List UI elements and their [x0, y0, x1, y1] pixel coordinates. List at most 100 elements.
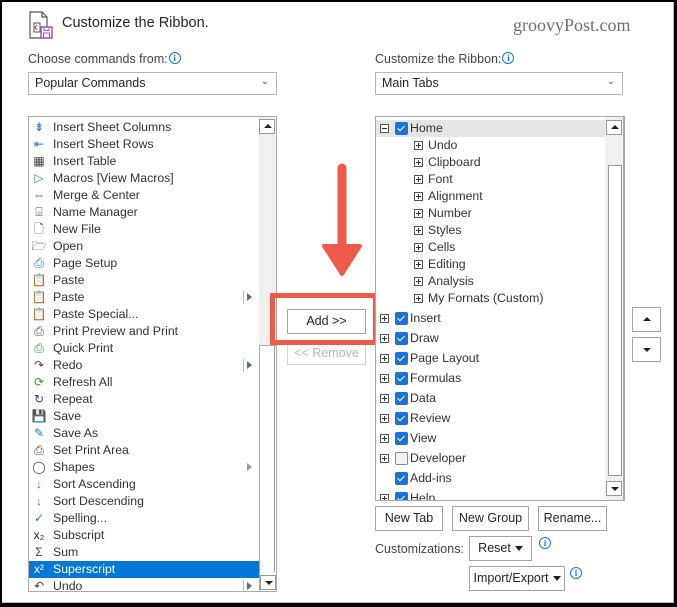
command-item[interactable]: ✎ Save As	[29, 425, 260, 442]
expand-plus-icon[interactable]	[380, 374, 389, 383]
command-item[interactable]: ◯ Shapes	[29, 459, 260, 476]
scroll-up-button[interactable]	[606, 120, 622, 135]
command-item[interactable]: ⇟ Insert Sheet Columns	[29, 119, 260, 136]
tree-group-item[interactable]: Cells	[376, 239, 608, 256]
scroll-down-button[interactable]	[260, 575, 276, 590]
expand-plus-icon[interactable]	[380, 494, 389, 500]
command-item[interactable]: Σ Sum	[29, 544, 260, 561]
tab-checkbox[interactable]	[395, 372, 408, 385]
tree-tab-item[interactable]: Developer	[376, 450, 608, 467]
tree-tab-item[interactable]: Add-ins	[376, 470, 608, 487]
tree-group-item[interactable]: My Fornats (Custom)	[376, 290, 608, 307]
scroll-thumb[interactable]	[261, 346, 275, 572]
expand-plus-icon[interactable]	[414, 175, 423, 184]
info-icon[interactable]: i	[570, 567, 582, 579]
expand-plus-icon[interactable]	[380, 434, 389, 443]
expand-plus-icon[interactable]	[414, 141, 423, 150]
command-item[interactable]: ⎙ Quick Print	[29, 340, 260, 357]
command-item[interactable]: ⌺ Name Manager	[29, 204, 260, 221]
ribbon-tabs-tree[interactable]: Home Undo Clipboard Font Alignment Number Styl…	[375, 116, 625, 501]
command-item[interactable]: ⎙ Set Print Area	[29, 442, 260, 459]
collapse-minus-icon[interactable]	[380, 124, 389, 133]
tree-tab-item[interactable]: Draw	[376, 330, 608, 347]
expand-plus-icon[interactable]	[380, 314, 389, 323]
info-icon[interactable]: i	[168, 52, 181, 64]
choose-commands-dropdown[interactable]: Popular Commands ⌄	[28, 72, 277, 95]
tree-group-item[interactable]: Alignment	[376, 188, 608, 205]
expand-plus-icon[interactable]	[414, 226, 423, 235]
command-item[interactable]: ↷ Redo	[29, 357, 260, 374]
submenu-arrow-icon[interactable]	[247, 582, 252, 590]
command-item[interactable]: 🗋 New File	[29, 221, 260, 238]
new-group-button[interactable]: New Group	[452, 506, 529, 531]
info-icon[interactable]: i	[502, 52, 515, 64]
tree-tab-item[interactable]: Page Layout	[376, 350, 608, 367]
command-item[interactable]: x² Superscript	[29, 561, 260, 578]
tree-group-item[interactable]: Analysis	[376, 273, 608, 290]
command-item[interactable]: 🗁 Open	[29, 238, 260, 255]
tree-scrollbar[interactable]	[605, 116, 624, 501]
tab-checkbox[interactable]	[395, 412, 408, 425]
rename-button[interactable]: Rename...	[538, 506, 607, 531]
tab-checkbox[interactable]	[395, 352, 408, 365]
new-tab-button[interactable]: New Tab	[375, 506, 443, 531]
command-item[interactable]: ✓ Spelling...	[29, 510, 260, 527]
expand-plus-icon[interactable]	[414, 243, 423, 252]
tree-group-item[interactable]: Undo	[376, 137, 608, 154]
command-item[interactable]: ⇔ Merge & Center	[29, 187, 260, 204]
tree-group-item[interactable]: Clipboard	[376, 154, 608, 171]
tree-tab-item[interactable]: Review	[376, 410, 608, 427]
tree-tab-item[interactable]: Help	[376, 490, 608, 500]
scroll-down-button[interactable]	[606, 481, 622, 496]
command-item[interactable]: ⎙ Page Setup	[29, 255, 260, 272]
tab-checkbox[interactable]	[395, 452, 408, 465]
expand-plus-icon[interactable]	[414, 209, 423, 218]
scroll-thumb[interactable]	[608, 165, 622, 476]
commands-list-scrollbar-lower[interactable]	[259, 345, 277, 592]
expand-plus-icon[interactable]	[380, 414, 389, 423]
tab-checkbox[interactable]	[395, 312, 408, 325]
command-item[interactable]: ▦ Insert Table	[29, 153, 260, 170]
tab-checkbox[interactable]	[395, 392, 408, 405]
commands-list[interactable]: ⇟ Insert Sheet Columns ⇤ Insert Sheet Rows ▦…	[28, 116, 261, 592]
expand-plus-icon[interactable]	[380, 334, 389, 343]
tree-tab-item[interactable]: Home	[376, 120, 608, 137]
tree-tab-item[interactable]: Data	[376, 390, 608, 407]
expand-plus-icon[interactable]	[414, 260, 423, 269]
import-export-button[interactable]: Import/Export	[469, 566, 565, 591]
reset-button[interactable]: Reset	[469, 536, 532, 561]
customize-ribbon-dropdown[interactable]: Main Tabs ⌄	[375, 72, 623, 95]
submenu-arrow-icon[interactable]	[247, 361, 252, 369]
tree-group-item[interactable]: Styles	[376, 222, 608, 239]
move-up-button[interactable]	[632, 307, 661, 332]
expand-plus-icon[interactable]	[380, 354, 389, 363]
command-item[interactable]: ↓ Sort Descending	[29, 493, 260, 510]
scroll-up-button[interactable]	[259, 119, 275, 134]
command-item[interactable]: ↶ Undo	[29, 578, 260, 591]
submenu-arrow-icon[interactable]	[247, 463, 252, 471]
command-item[interactable]: 📋 Paste Special...	[29, 306, 260, 323]
command-item[interactable]: 📋 Paste	[29, 272, 260, 289]
remove-button[interactable]: << Remove	[287, 342, 366, 365]
command-item[interactable]: ⎙ Print Preview and Print	[29, 323, 260, 340]
tab-checkbox[interactable]	[395, 332, 408, 345]
command-item[interactable]: x₂ Subscript	[29, 527, 260, 544]
tree-group-item[interactable]: Font	[376, 171, 608, 188]
expand-plus-icon[interactable]	[414, 158, 423, 167]
command-item[interactable]: ↻ Repeat	[29, 391, 260, 408]
tree-group-item[interactable]: Number	[376, 205, 608, 222]
tab-checkbox[interactable]	[395, 122, 408, 135]
tab-checkbox[interactable]	[395, 472, 408, 485]
tree-tab-item[interactable]: View	[376, 430, 608, 447]
command-item[interactable]: ⇤ Insert Sheet Rows	[29, 136, 260, 153]
command-item[interactable]: ↓ Sort Ascending	[29, 476, 260, 493]
command-item[interactable]: 📋 Paste	[29, 289, 260, 306]
move-down-button[interactable]	[632, 337, 661, 362]
expand-plus-icon[interactable]	[414, 277, 423, 286]
expand-plus-icon[interactable]	[414, 192, 423, 201]
tab-checkbox[interactable]	[395, 432, 408, 445]
tree-tab-item[interactable]: Formulas	[376, 370, 608, 387]
command-item[interactable]: ⟳ Refresh All	[29, 374, 260, 391]
expand-plus-icon[interactable]	[380, 454, 389, 463]
tree-tab-item[interactable]: Insert	[376, 310, 608, 327]
